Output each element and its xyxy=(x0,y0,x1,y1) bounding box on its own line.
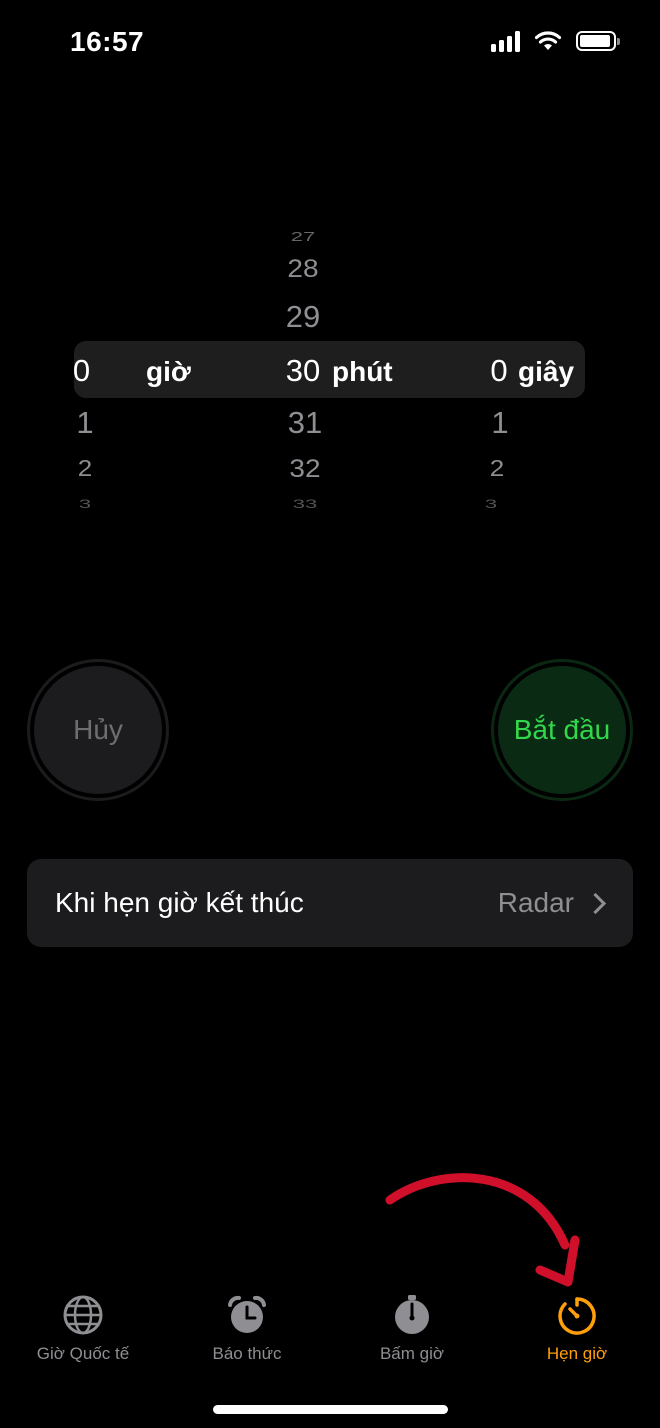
stopwatch-icon xyxy=(395,1295,429,1334)
ringtone-value: Radar xyxy=(497,887,574,918)
cancel-button[interactable]: Hủy xyxy=(27,659,169,801)
hours-value: 3 xyxy=(78,496,92,511)
seconds-unit: giây xyxy=(518,356,575,387)
tab-alarm[interactable]: Báo thức xyxy=(167,1294,327,1364)
minutes-value: 29 xyxy=(285,299,321,334)
hours-wheel[interactable]: 0 1 2 3 xyxy=(55,210,215,520)
status-icons xyxy=(491,30,620,52)
minutes-value: 28 xyxy=(287,254,319,283)
tab-stopwatch[interactable]: Bấm giờ xyxy=(332,1294,492,1364)
wifi-icon xyxy=(534,31,562,50)
tab-label: Báo thức xyxy=(212,1344,282,1363)
start-button-label: Bắt đầu xyxy=(498,666,626,794)
globe-icon xyxy=(63,1295,103,1335)
when-timer-ends-label: Khi hẹn giờ kết thúc xyxy=(55,887,304,918)
tab-label: Hẹn giờ xyxy=(546,1344,608,1363)
minutes-value: 33 xyxy=(292,496,318,511)
when-timer-ends-row[interactable]: Khi hẹn giờ kết thúc Radar xyxy=(27,859,633,947)
seconds-value: 2 xyxy=(489,454,505,482)
seconds-selected: 0 xyxy=(490,353,508,388)
minutes-value: 32 xyxy=(289,454,321,483)
hours-value: 1 xyxy=(76,405,94,440)
hours-value: 2 xyxy=(77,454,93,482)
minutes-value: 31 xyxy=(287,405,323,440)
cellular-signal-icon xyxy=(491,30,520,52)
annotation-arrow-icon xyxy=(385,1173,580,1287)
tab-bar: Giờ Quốc tế Báo thức Bấm giờ Hẹn giờ xyxy=(0,1280,660,1380)
minutes-unit: phút xyxy=(332,356,393,387)
hours-selected: 0 xyxy=(72,353,91,388)
tab-timer[interactable]: Hẹn giờ xyxy=(497,1294,657,1364)
start-button[interactable]: Bắt đầu xyxy=(491,659,633,801)
cancel-button-label: Hủy xyxy=(34,666,162,794)
hours-unit: giờ xyxy=(146,356,191,387)
seconds-value: 1 xyxy=(491,405,509,440)
timer-icon xyxy=(558,1297,596,1335)
battery-icon xyxy=(576,31,620,51)
chevron-right-icon xyxy=(584,892,607,914)
minutes-selected: 30 xyxy=(285,353,321,388)
home-indicator[interactable] xyxy=(213,1405,448,1414)
tab-label: Giờ Quốc tế xyxy=(36,1344,130,1363)
alarm-clock-icon xyxy=(228,1295,266,1333)
minutes-value: 27 xyxy=(290,229,316,245)
status-time: 16:57 xyxy=(70,26,145,57)
seconds-value: 3 xyxy=(484,496,498,511)
tab-world-clock[interactable]: Giờ Quốc tế xyxy=(3,1294,163,1364)
tab-label: Bấm giờ xyxy=(379,1344,445,1363)
